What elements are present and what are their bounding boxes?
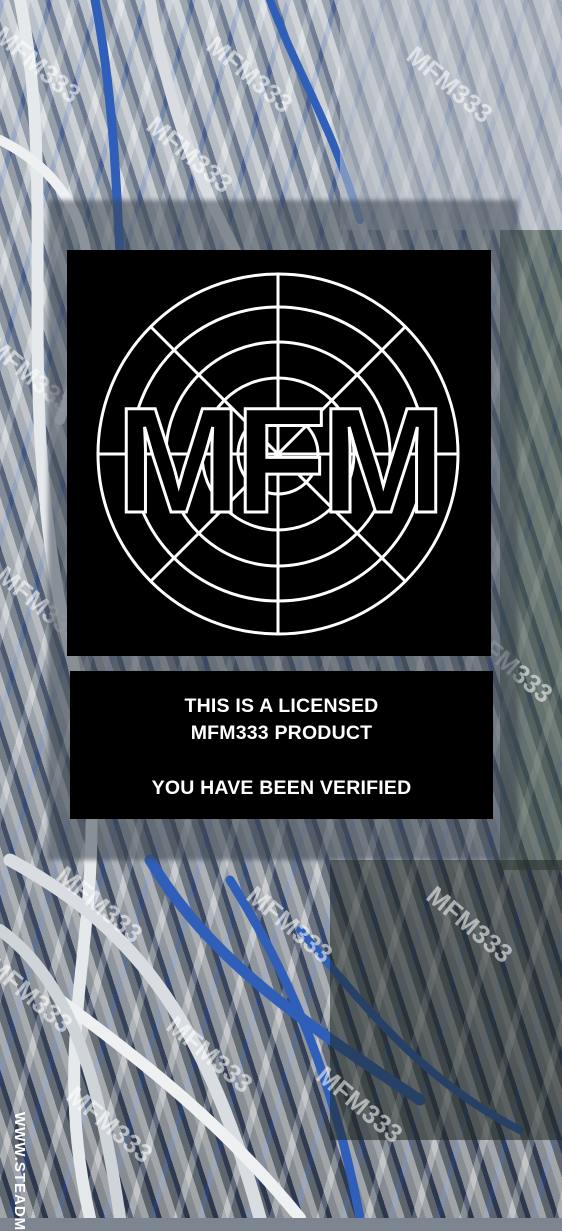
side-credit-text: WWW.STEADM <box>11 1112 28 1231</box>
mfm-logo-panel: MFM <box>67 250 491 656</box>
verification-panel: THIS IS A LICENSED MFM333 PRODUCT YOU HA… <box>70 671 493 819</box>
mfm-logo-icon: MFM <box>96 272 460 636</box>
license-line-2: MFM333 PRODUCT <box>190 722 373 744</box>
verified-message: YOU HAVE BEEN VERIFIED <box>151 777 412 799</box>
license-line-1: THIS IS A LICENSED <box>184 695 379 717</box>
logo-letters: MFM <box>116 376 440 544</box>
